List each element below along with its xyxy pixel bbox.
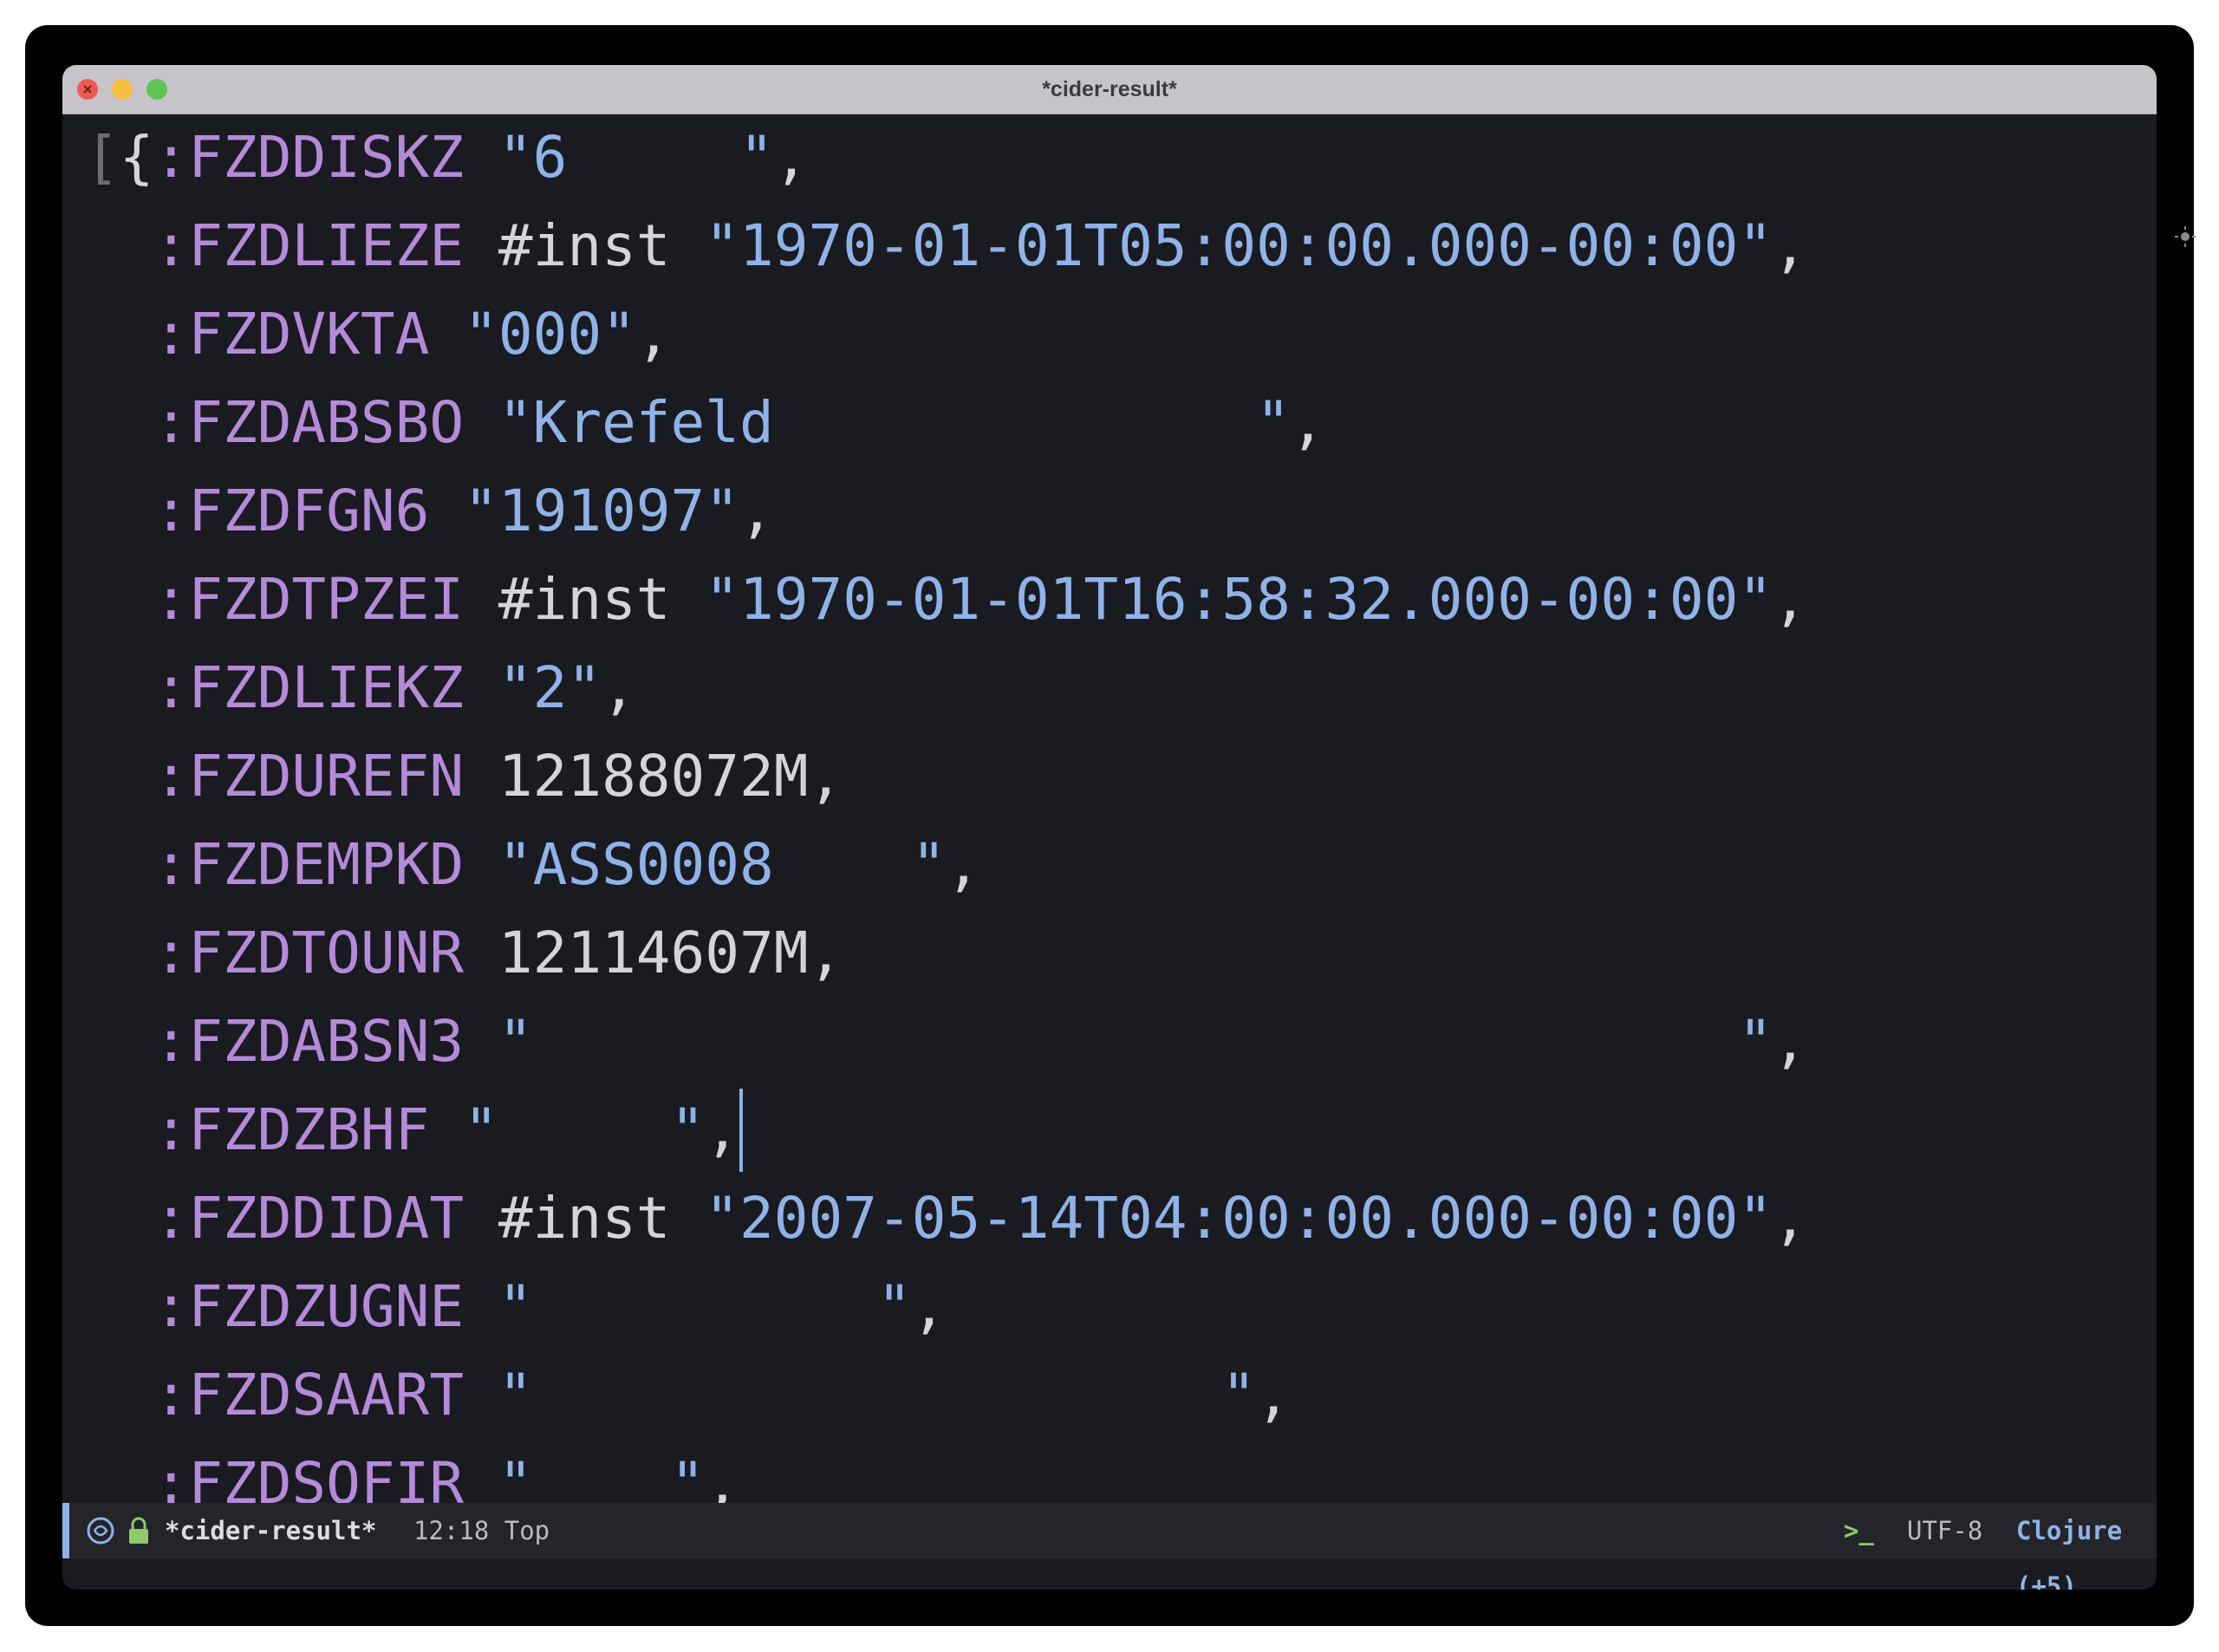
map-value: "1970-01-01T05:00:00.000-00:00" [705, 212, 1773, 279]
separator: , [739, 478, 774, 544]
window-title: *cider-result* [1042, 77, 1177, 101]
code-line-13: :FZDDIDAT #inst "2007-05-14T04:00:00.000… [85, 1174, 1807, 1263]
title-bar[interactable]: *cider-result* [62, 65, 2157, 114]
map-key: :FZDTPZEI [153, 566, 465, 633]
code-line-8: :FZDUREFN 12188072M, [85, 732, 843, 821]
code-line-10: :FZDTOUNR 12114607M, [85, 909, 843, 998]
map-key: :FZDSAART [153, 1362, 465, 1428]
open-bracket: [ [85, 124, 120, 191]
separator: , [1773, 212, 1807, 279]
code-line-3: :FZDVKTA "000", [85, 290, 671, 379]
code-line-9: :FZDEMPKD "ASS0008 ", [85, 821, 980, 909]
map-key: :FZDDIDAT [153, 1185, 465, 1252]
map-value: "6 " [498, 124, 774, 191]
map-value: " " [464, 1096, 706, 1163]
reader-tag: #inst [498, 212, 671, 279]
map-key: :FZDABSN3 [153, 1008, 465, 1075]
separator: , [1773, 1008, 1807, 1075]
separator: , [1290, 389, 1325, 456]
separator: , [946, 831, 981, 898]
encoding-indicator[interactable]: UTF-8 [1907, 1503, 1982, 1558]
major-mode-indicator[interactable]: Clojure (+5) [2016, 1503, 2157, 1590]
text-cursor [739, 1089, 744, 1172]
separator: , [1773, 1185, 1807, 1252]
code-line-15: :FZDSAART " ", [85, 1351, 1291, 1440]
map-key: :FZDDISKZ [153, 124, 465, 191]
map-key: :FZDZUGNE [153, 1273, 465, 1340]
map-value: "ASS0008 " [498, 831, 947, 898]
brightness-icon [2175, 226, 2196, 247]
emacs-window: *cider-result* [{:FZDDISKZ "6 ", :FZDLIE… [62, 65, 2157, 1590]
map-value: "2" [498, 654, 602, 721]
map-value: "2007-05-14T04:00:00.000-00:00" [705, 1185, 1773, 1252]
map-value: "Krefeld " [498, 389, 1291, 456]
code-line-1: [{:FZDDISKZ "6 ", [85, 114, 809, 202]
code-line-2: :FZDLIEZE #inst "1970-01-01T05:00:00.000… [85, 202, 1807, 290]
map-key: :FZDVKTA [153, 301, 430, 367]
map-value: "191097" [464, 478, 740, 544]
code-line-4: :FZDABSBO "Krefeld ", [85, 379, 1325, 467]
code-line-11: :FZDABSN3 " ", [85, 998, 1807, 1086]
separator: , [602, 654, 636, 721]
code-line-7: :FZDLIEKZ "2", [85, 644, 636, 732]
cider-icon [87, 1517, 114, 1545]
map-value: " " [498, 1273, 912, 1340]
cursor-position: 12:18 Top [413, 1516, 550, 1545]
map-value: 12188072M [498, 743, 809, 810]
map-value: " " [498, 1008, 1773, 1075]
buffer-name[interactable]: *cider-result* [165, 1503, 376, 1558]
separator: , [911, 1273, 947, 1340]
separator: , [808, 743, 843, 810]
map-key: :FZDEMPKD [153, 831, 465, 898]
reader-tag: #inst [498, 566, 671, 633]
separator: , [773, 124, 809, 191]
active-window-indicator [62, 1503, 69, 1558]
code-line-5: :FZDFGN6 "191097", [85, 467, 774, 556]
code-line-6: :FZDTPZEI #inst "1970-01-01T16:58:32.000… [85, 556, 1807, 644]
map-key: :FZDZBHF [153, 1096, 430, 1163]
separator: , [808, 920, 843, 986]
code-line-12: :FZDZBHF " ", [85, 1086, 744, 1174]
reader-tag: #inst [498, 1185, 671, 1252]
separator: , [1256, 1362, 1291, 1428]
editor-buffer[interactable]: [{:FZDDISKZ "6 ", :FZDLIEZE #inst "1970-… [62, 114, 2157, 1566]
map-value: "1970-01-01T16:58:32.000-00:00" [705, 566, 1773, 633]
map-key: :FZDLIEKZ [153, 654, 465, 721]
map-key: :FZDFGN6 [153, 478, 430, 544]
map-key: :FZDLIEZE [153, 212, 465, 279]
map-value: 12114607M [498, 920, 809, 986]
code-line-14: :FZDZUGNE " ", [85, 1263, 946, 1351]
read-only-lock-icon[interactable] [127, 1517, 151, 1545]
separator: , [1773, 566, 1807, 633]
open-brace: { [119, 124, 154, 191]
separator: , [705, 1096, 740, 1163]
separator: , [635, 301, 671, 367]
map-key: :FZDTOUNR [153, 920, 465, 986]
map-key: :FZDUREFN [153, 743, 465, 810]
mode-line: *cider-result* 12:18 Top >_ UTF-8 Clojur… [62, 1503, 2157, 1590]
repl-prompt-icon[interactable]: >_ [1844, 1503, 1874, 1558]
map-value: "000" [464, 301, 636, 367]
map-key: :FZDABSBO [153, 389, 465, 456]
map-value: " " [498, 1362, 1257, 1428]
